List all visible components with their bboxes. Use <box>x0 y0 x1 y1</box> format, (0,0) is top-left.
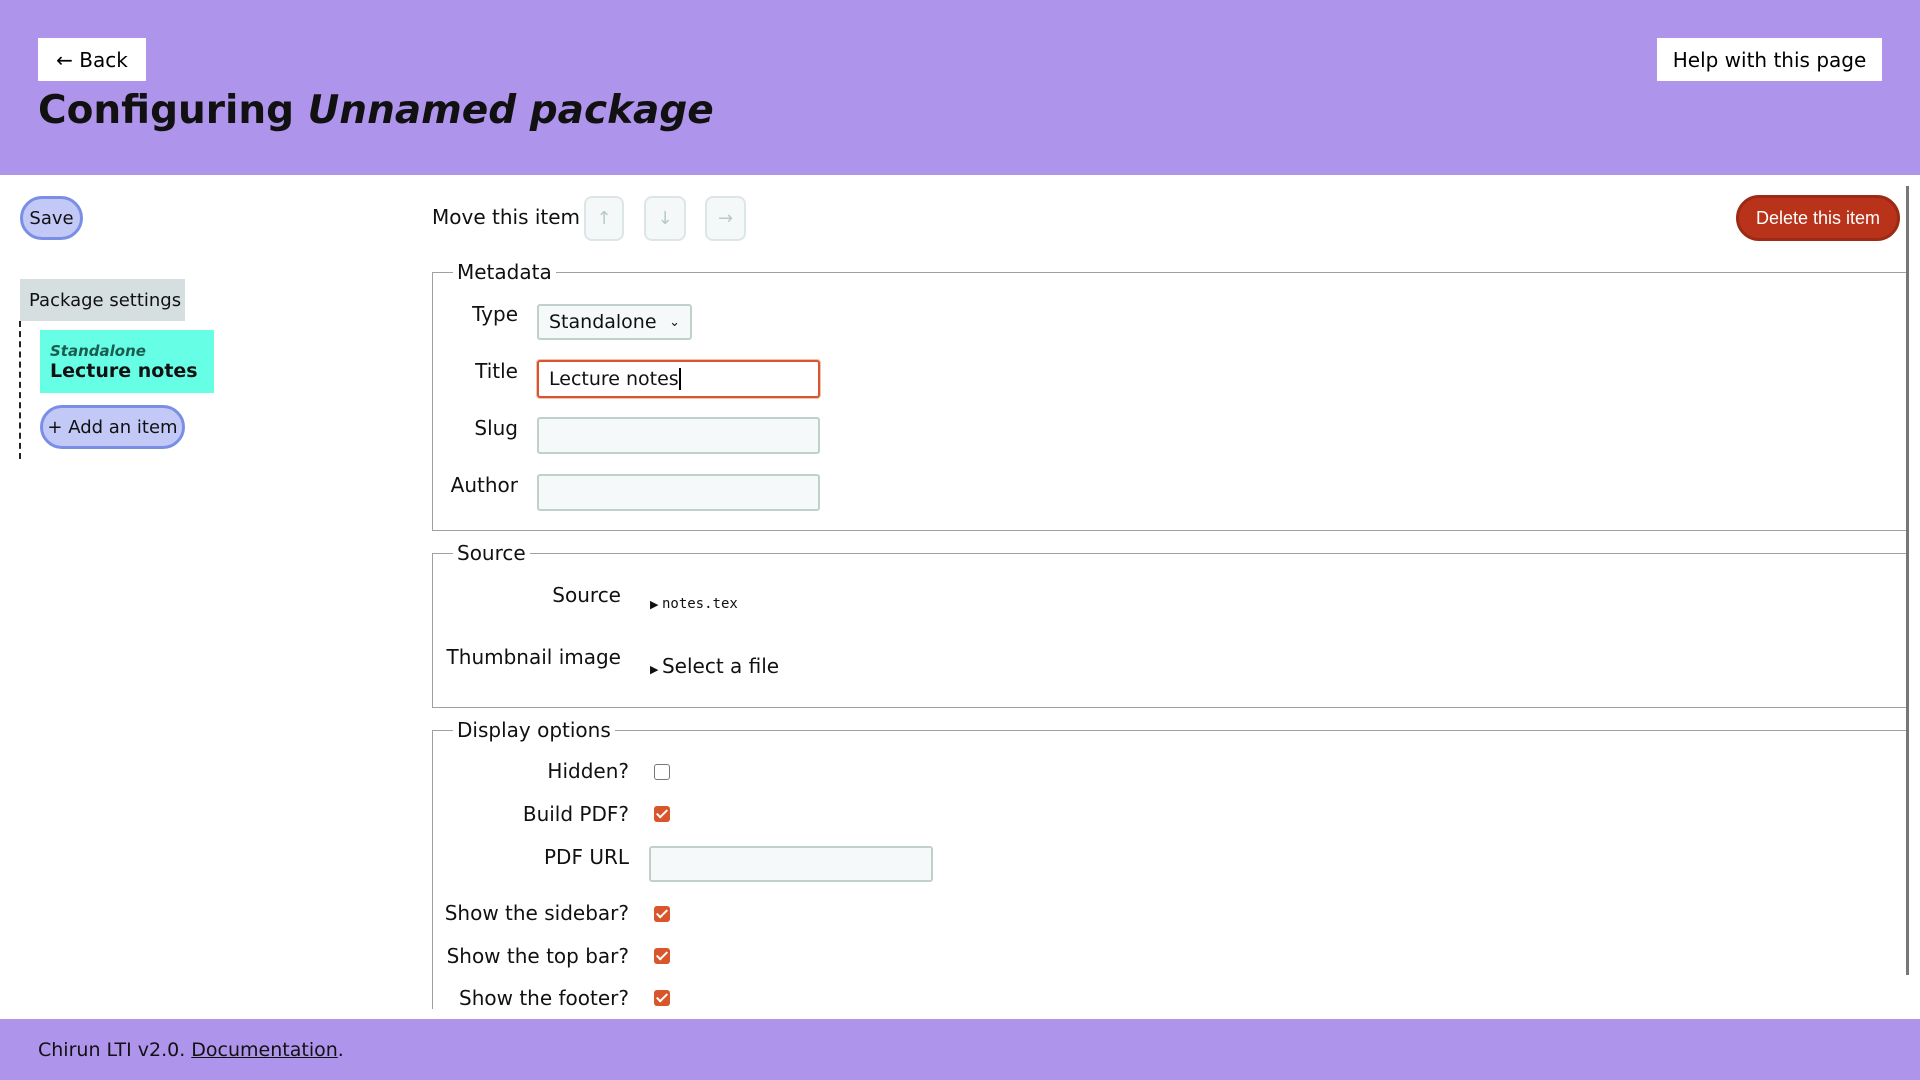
pdf-url-input[interactable] <box>649 846 933 882</box>
page-title: Configuring Unnamed package <box>38 88 714 133</box>
title-value: Lecture notes <box>549 368 679 390</box>
metadata-legend: Metadata <box>457 260 552 284</box>
package-settings-item[interactable]: Package settings <box>20 279 185 321</box>
author-label: Author <box>450 473 518 497</box>
type-label: Type <box>472 302 518 326</box>
content-clip <box>0 1009 1920 1019</box>
chevron-down-icon: ⌄ <box>669 314 680 330</box>
thumbnail-select-toggle[interactable]: ▶ Select a file <box>650 654 779 678</box>
source-file-toggle[interactable]: ▶ notes.tex <box>650 596 738 612</box>
show-sidebar-label: Show the sidebar? <box>444 901 629 925</box>
build-pdf-checkbox[interactable] <box>654 806 670 822</box>
move-up-button[interactable]: ↑ <box>584 196 624 241</box>
sidebar-item-lecture-notes[interactable]: Standalone Lecture notes <box>40 330 214 393</box>
move-down-button[interactable]: ↓ <box>644 196 686 241</box>
type-value: Standalone <box>549 311 657 333</box>
help-button[interactable]: Help with this page <box>1657 38 1882 81</box>
source-label: Source <box>552 583 621 607</box>
save-button[interactable]: Save <box>20 196 83 240</box>
thumbnail-label: Thumbnail image <box>446 645 621 669</box>
move-label: Move this item <box>432 205 581 229</box>
item-title: Lecture notes <box>50 360 198 382</box>
display-options-legend: Display options <box>457 718 611 742</box>
thumbnail-value: Select a file <box>661 654 780 678</box>
package-name: Unnamed package <box>307 88 714 133</box>
item-type: Standalone <box>50 342 146 360</box>
tree-line <box>19 321 21 459</box>
arrow-right-icon: → <box>717 208 734 229</box>
source-file-name: notes.tex <box>661 596 738 612</box>
title-prefix: Configuring <box>38 88 308 133</box>
show-footer-checkbox[interactable] <box>654 990 670 1006</box>
documentation-link[interactable]: Documentation <box>191 1039 337 1061</box>
arrow-up-icon: ↑ <box>596 208 612 229</box>
disclosure-triangle-icon: ▶ <box>650 598 662 611</box>
slug-input[interactable] <box>537 417 820 454</box>
back-button[interactable]: ← Back <box>38 38 146 81</box>
add-item-button[interactable]: + Add an item <box>40 405 185 449</box>
hidden-label: Hidden? <box>547 759 629 783</box>
source-legend: Source <box>457 541 526 565</box>
page-header: ← Back Help with this page Configuring U… <box>0 0 1920 175</box>
disclosure-triangle-icon: ▶ <box>650 663 662 676</box>
footer-end: . <box>337 1038 344 1061</box>
build-pdf-label: Build PDF? <box>522 802 629 826</box>
hidden-checkbox[interactable] <box>654 764 670 780</box>
page-footer: Chirun LTI v2.0. Documentation. <box>0 1019 1920 1080</box>
show-footer-label: Show the footer? <box>459 986 629 1010</box>
title-label: Title <box>475 359 518 383</box>
show-topbar-checkbox[interactable] <box>654 948 670 964</box>
slug-label: Slug <box>474 416 518 440</box>
scrollbar[interactable] <box>1906 186 1909 975</box>
type-select[interactable]: Standalone ⌄ <box>537 304 692 340</box>
pdf-url-label: PDF URL <box>544 845 629 869</box>
source-fieldset: Source <box>432 541 1906 708</box>
author-input[interactable] <box>537 474 820 511</box>
text-cursor <box>678 368 681 390</box>
show-topbar-label: Show the top bar? <box>446 944 629 968</box>
title-input[interactable]: Lecture notes <box>537 360 820 398</box>
footer-version: Chirun LTI v2.0. <box>38 1038 186 1061</box>
delete-item-button[interactable]: Delete this item <box>1736 195 1900 241</box>
show-sidebar-checkbox[interactable] <box>654 906 670 922</box>
move-out-button[interactable]: → <box>705 196 746 241</box>
arrow-down-icon: ↓ <box>657 208 673 229</box>
